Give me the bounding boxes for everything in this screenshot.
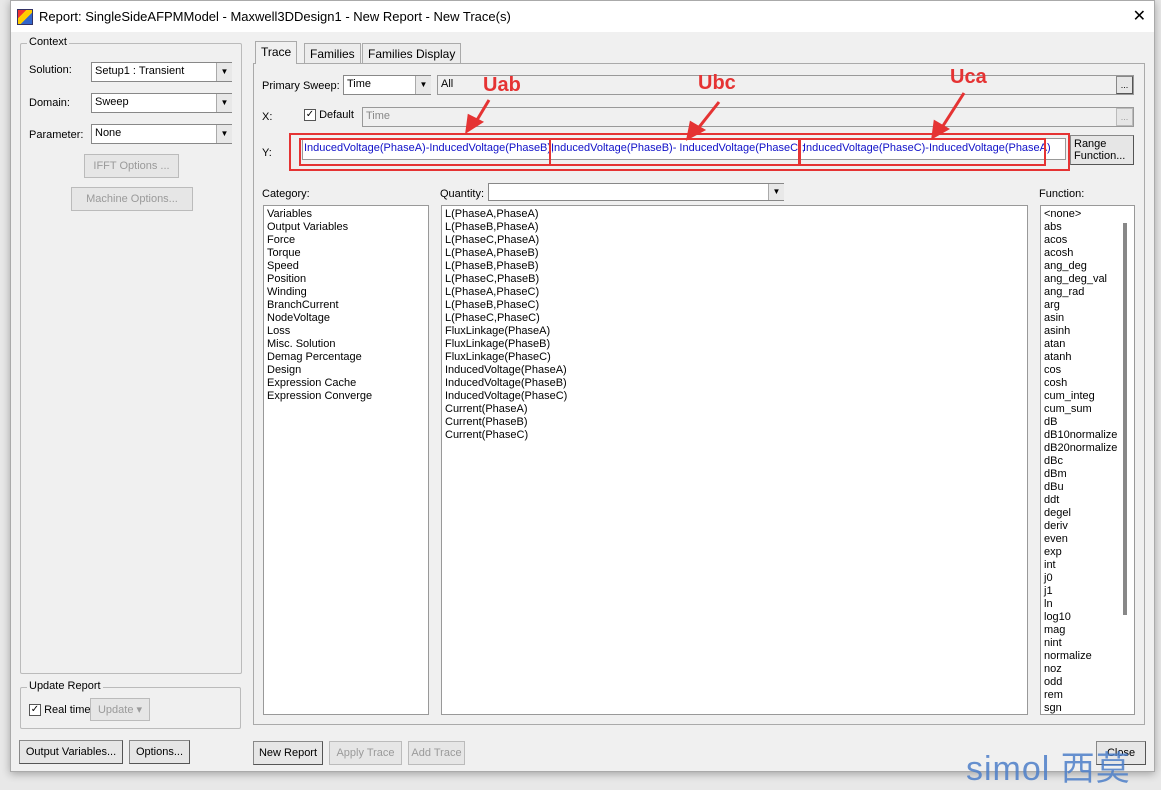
update-label: Update <box>97 703 134 716</box>
add-trace-button[interactable]: Add Trace <box>408 741 465 765</box>
function-item[interactable]: dB <box>1044 416 1122 429</box>
function-item[interactable]: deriv <box>1044 520 1122 533</box>
function-item[interactable]: j0 <box>1044 572 1122 585</box>
output-variables-button[interactable]: Output Variables... <box>19 740 123 764</box>
category-item[interactable]: Speed <box>267 260 425 273</box>
function-item[interactable]: ang_deg <box>1044 260 1122 273</box>
quantity-item[interactable]: FluxLinkage(PhaseC) <box>445 351 1024 364</box>
category-label: Category: <box>262 188 310 200</box>
function-item[interactable]: even <box>1044 533 1122 546</box>
tab-trace[interactable]: Trace <box>255 41 298 64</box>
function-item[interactable]: ln <box>1044 598 1122 611</box>
function-item[interactable]: abs <box>1044 221 1122 234</box>
function-item[interactable]: cosh <box>1044 377 1122 390</box>
quantity-item[interactable]: Current(PhaseC) <box>445 429 1024 442</box>
function-item[interactable]: ddt <box>1044 494 1122 507</box>
function-item[interactable]: dBu <box>1044 481 1122 494</box>
category-item[interactable]: Variables <box>267 208 425 221</box>
function-item[interactable]: log10 <box>1044 611 1122 624</box>
function-item[interactable]: asin <box>1044 312 1122 325</box>
quantity-item[interactable]: L(PhaseB,PhaseB) <box>445 260 1024 273</box>
function-item[interactable]: ang_rad <box>1044 286 1122 299</box>
quantity-filter[interactable]: ▼ <box>488 183 784 201</box>
category-item[interactable]: Expression Cache <box>267 377 425 390</box>
quantity-item[interactable]: Current(PhaseB) <box>445 416 1024 429</box>
quantity-item[interactable]: L(PhaseB,PhaseC) <box>445 299 1024 312</box>
quantity-item[interactable]: Current(PhaseA) <box>445 403 1024 416</box>
category-item[interactable]: Misc. Solution <box>267 338 425 351</box>
category-item[interactable]: Output Variables <box>267 221 425 234</box>
function-label: Function: <box>1039 188 1085 200</box>
category-item[interactable]: Winding <box>267 286 425 299</box>
quantity-label: Quantity: <box>440 188 485 200</box>
quantity-item[interactable]: FluxLinkage(PhaseB) <box>445 338 1024 351</box>
category-list[interactable]: Variables Output Variables Force Torque Spee… <box>263 205 429 715</box>
category-item[interactable]: NodeVoltage <box>267 312 425 325</box>
function-item[interactable]: atan <box>1044 338 1122 351</box>
category-item[interactable]: Position <box>267 273 425 286</box>
update-report-legend: Update Report <box>27 680 103 692</box>
function-item[interactable]: atanh <box>1044 351 1122 364</box>
function-item[interactable]: asinh <box>1044 325 1122 338</box>
function-item[interactable]: arg <box>1044 299 1122 312</box>
quantity-item[interactable]: L(PhaseC,PhaseA) <box>445 234 1024 247</box>
quantity-item[interactable]: InducedVoltage(PhaseC) <box>445 390 1024 403</box>
category-item[interactable]: BranchCurrent <box>267 299 425 312</box>
function-item[interactable]: rem <box>1044 689 1122 702</box>
apply-trace-button[interactable]: Apply Trace <box>329 741 402 765</box>
function-item[interactable]: sgn <box>1044 702 1122 714</box>
category-item[interactable]: Expression Converge <box>267 390 425 403</box>
function-item[interactable]: j1 <box>1044 585 1122 598</box>
realtime-checkbox[interactable]: ✓ Real time <box>29 704 91 717</box>
category-item[interactable]: Force <box>267 234 425 247</box>
realtime-label: Real time <box>44 704 91 716</box>
function-item[interactable]: dBm <box>1044 468 1122 481</box>
quantity-item[interactable]: FluxLinkage(PhaseA) <box>445 325 1024 338</box>
function-item[interactable]: normalize <box>1044 650 1122 663</box>
quantity-item[interactable]: InducedVoltage(PhaseB) <box>445 377 1024 390</box>
function-item[interactable]: nint <box>1044 637 1122 650</box>
simol-watermark-logo: simol 西莫 <box>966 750 1131 788</box>
quantity-item[interactable]: L(PhaseC,PhaseB) <box>445 273 1024 286</box>
function-item[interactable]: noz <box>1044 663 1122 676</box>
category-item[interactable]: Design <box>267 364 425 377</box>
update-button[interactable]: Update ▾ <box>90 698 150 721</box>
function-item[interactable]: dBc <box>1044 455 1122 468</box>
function-item[interactable]: cum_sum <box>1044 403 1122 416</box>
chevron-down-icon: ▼ <box>768 184 784 200</box>
function-item[interactable]: mag <box>1044 624 1122 637</box>
function-item[interactable]: degel <box>1044 507 1122 520</box>
quantity-list[interactable]: L(PhaseA,PhaseA) L(PhaseB,PhaseA) L(PhaseC… <box>441 205 1028 715</box>
function-item[interactable]: exp <box>1044 546 1122 559</box>
options-button[interactable]: Options... <box>129 740 190 764</box>
update-report-group: Update Report ✓ Real time Update ▾ <box>20 680 241 729</box>
function-item[interactable]: cos <box>1044 364 1122 377</box>
function-item[interactable]: cum_integ <box>1044 390 1122 403</box>
function-item[interactable]: int <box>1044 559 1122 572</box>
function-item[interactable]: odd <box>1044 676 1122 689</box>
quantity-item[interactable]: L(PhaseA,PhaseC) <box>445 286 1024 299</box>
function-item[interactable]: <none> <box>1044 208 1122 221</box>
quantity-item[interactable]: InducedVoltage(PhaseA) <box>445 364 1024 377</box>
new-report-button[interactable]: New Report <box>253 741 323 765</box>
function-scrollbar[interactable] <box>1123 223 1127 615</box>
function-list[interactable]: <none> abs acos acosh ang_deg ang_deg_val ang_… <box>1040 205 1135 715</box>
annotation-arrows <box>465 92 966 141</box>
quantity-item[interactable]: L(PhaseA,PhaseB) <box>445 247 1024 260</box>
quantity-item[interactable]: L(PhaseA,PhaseA) <box>445 208 1024 221</box>
function-item[interactable]: ang_deg_val <box>1044 273 1122 286</box>
category-item[interactable]: Torque <box>267 247 425 260</box>
category-item[interactable]: Demag Percentage <box>267 351 425 364</box>
category-item[interactable]: Loss <box>267 325 425 338</box>
function-item[interactable]: dB20normalize <box>1044 442 1122 455</box>
report-dialog: Report: SingleSideAFPMModel - Maxwell3DD… <box>10 0 1155 788</box>
function-item[interactable]: dB10normalize <box>1044 429 1122 442</box>
quantity-item[interactable]: L(PhaseB,PhaseA) <box>445 221 1024 234</box>
function-item[interactable]: acos <box>1044 234 1122 247</box>
quantity-item[interactable]: L(PhaseC,PhaseC) <box>445 312 1024 325</box>
function-item[interactable]: acosh <box>1044 247 1122 260</box>
